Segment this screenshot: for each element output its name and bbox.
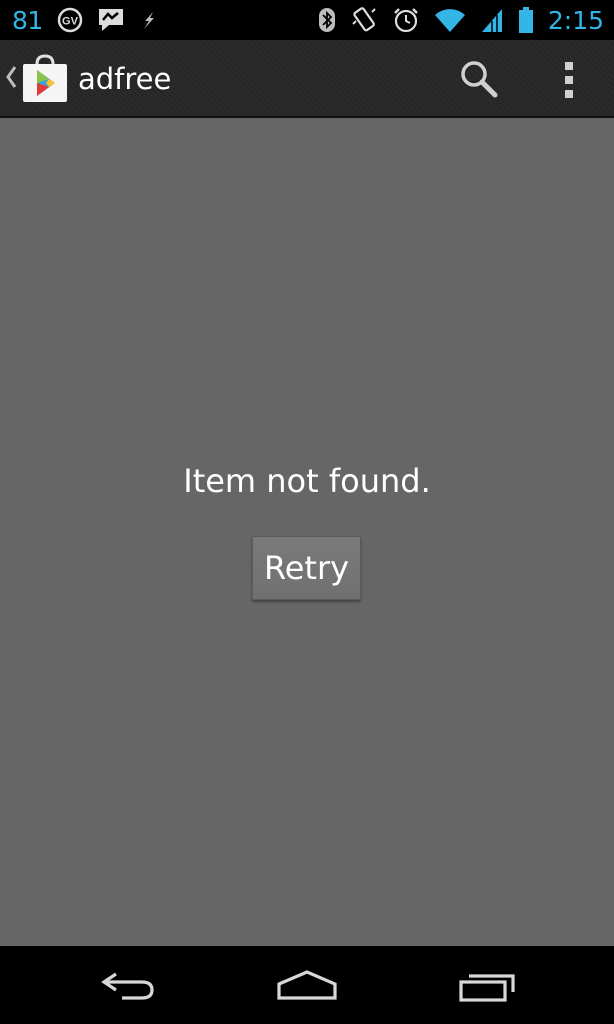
navigation-bar (0, 946, 614, 1024)
vibrate-icon (352, 7, 376, 32)
signal-icon (481, 9, 502, 32)
overflow-menu-icon[interactable] (548, 58, 590, 104)
play-store-icon[interactable] (20, 54, 70, 104)
status-bar: 81 GV 2:15 (0, 0, 614, 40)
wifi-icon (434, 9, 465, 33)
svg-text:GV: GV (62, 16, 79, 28)
search-icon[interactable] (456, 56, 502, 102)
notification-count: 81 (12, 5, 43, 35)
messenger-icon (98, 9, 123, 31)
error-message: Item not found. (183, 462, 431, 500)
page-title: adfree (78, 62, 172, 96)
alarm-icon (394, 8, 418, 33)
bluetooth-icon (318, 8, 335, 32)
back-icon[interactable] (98, 964, 158, 1008)
clock: 2:15 (547, 5, 604, 35)
content-area: Item not found. Retry (0, 118, 614, 946)
recent-apps-icon[interactable] (456, 964, 518, 1008)
home-icon[interactable] (276, 964, 338, 1008)
retry-button[interactable]: Retry (252, 536, 361, 600)
gv-icon: GV (57, 7, 83, 33)
up-caret-icon[interactable] (5, 64, 17, 90)
battery-icon (518, 7, 533, 33)
misc-notification-icon (143, 12, 154, 29)
action-bar: adfree (0, 40, 614, 118)
